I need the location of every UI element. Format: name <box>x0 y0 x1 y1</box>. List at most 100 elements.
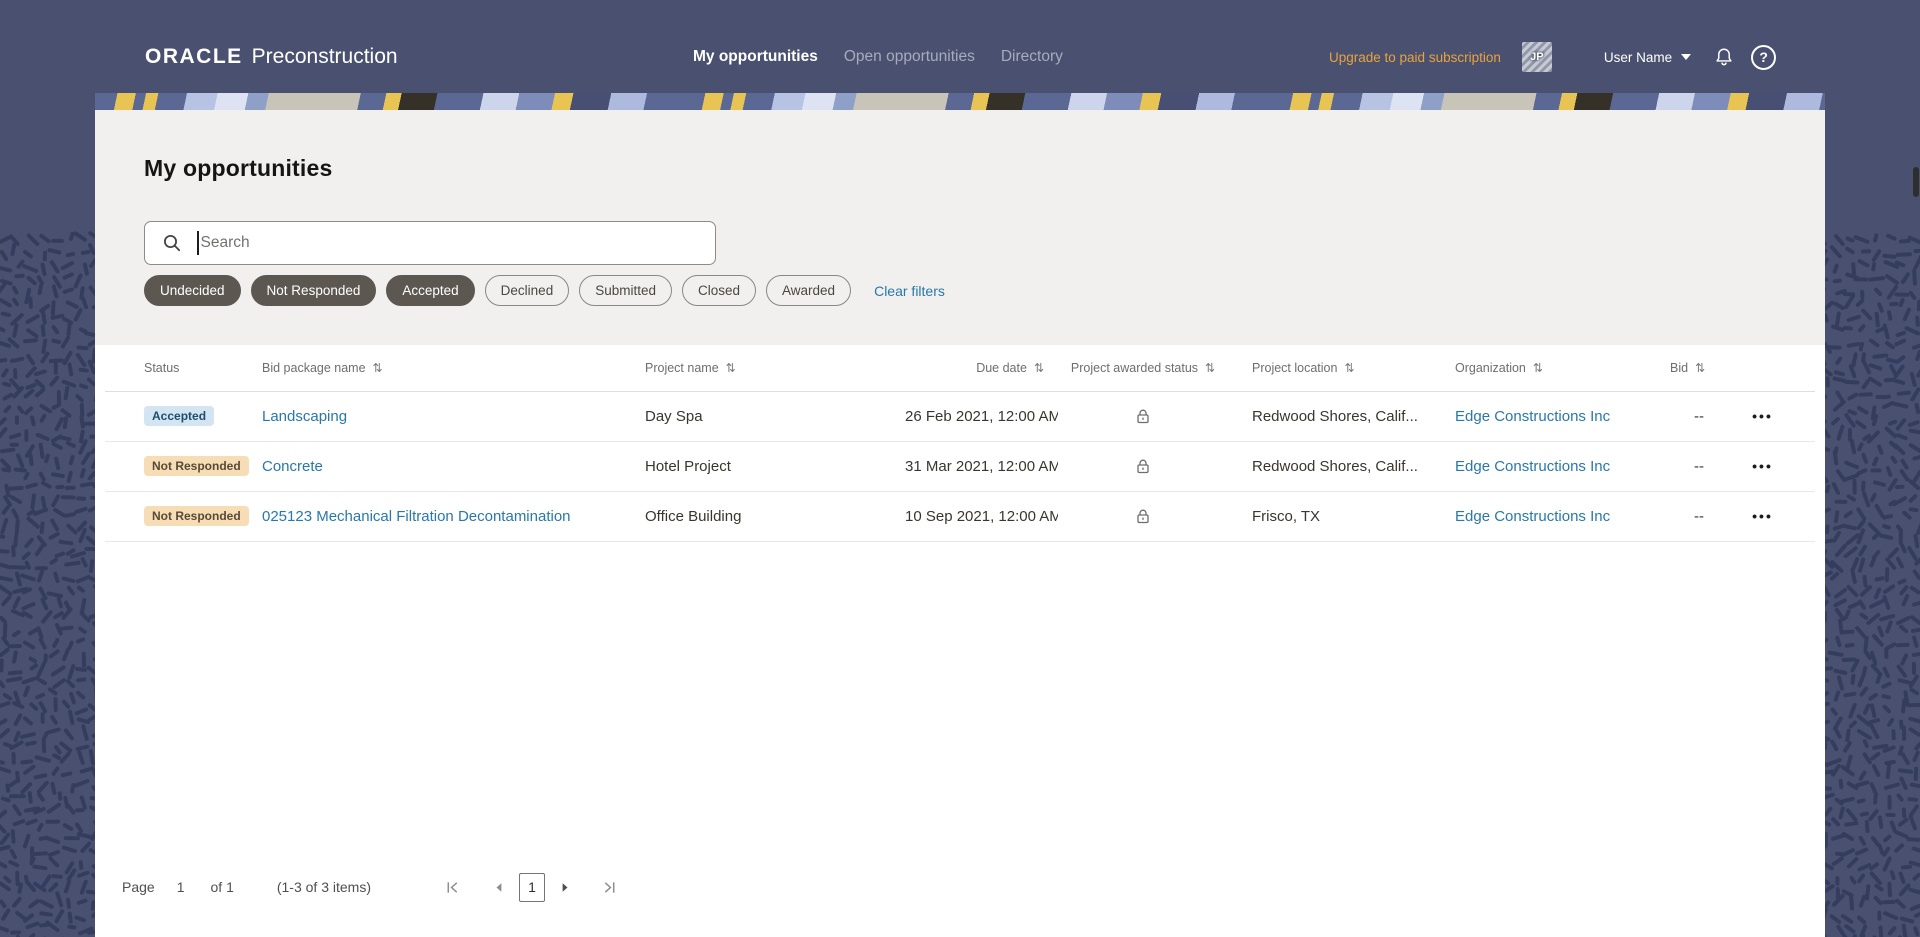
nav-item-open-opportunities[interactable]: Open opportunities <box>844 48 975 66</box>
filter-chip-awarded[interactable]: Awarded <box>766 275 852 306</box>
project-location-cell: Frisco, TX <box>1228 491 1443 542</box>
organization-cell: Edge Constructions Inc <box>1443 441 1658 492</box>
product-name: Preconstruction <box>251 45 398 68</box>
column-header-bid[interactable]: Bid ⇅ <box>1658 345 1728 392</box>
column-header-project-location[interactable]: Project location ⇅ <box>1228 345 1443 392</box>
status-cell: Not Responded <box>105 441 250 492</box>
primary-nav: My opportunities Open opportunities Direct… <box>693 48 1063 66</box>
help-button[interactable]: ? <box>1751 44 1777 70</box>
search-input[interactable] <box>198 234 715 252</box>
column-label: Project name <box>645 360 719 375</box>
filter-chip-accepted[interactable]: Accepted <box>386 275 475 306</box>
last-page-button[interactable] <box>600 878 619 897</box>
bid-package-cell: Landscaping <box>250 391 633 442</box>
bid-cell: -- <box>1658 441 1728 492</box>
bid-package-cell: Concrete <box>250 441 633 492</box>
brand-logo[interactable]: ORACLE Preconstruction <box>145 45 398 69</box>
project-name-cell: Office Building <box>633 491 893 542</box>
column-header-project-awarded-status[interactable]: Project awarded status ⇅ <box>1058 345 1228 392</box>
filter-chip-declined[interactable]: Declined <box>484 275 570 306</box>
user-menu[interactable]: User Name <box>1604 50 1692 65</box>
sort-icon: ⇅ <box>1532 360 1543 375</box>
column-header-actions <box>1728 345 1815 392</box>
bid-package-link[interactable]: Landscaping <box>262 408 347 425</box>
project-name-cell: Hotel Project <box>633 441 893 492</box>
table-row: Not Responded 025123 Mechanical Filtratio… <box>105 491 1815 542</box>
organization-link[interactable]: Edge Constructions Inc <box>1455 508 1610 525</box>
app: ORACLE Preconstruction My opportunities Op… <box>0 0 1920 937</box>
column-header-bid-package-name[interactable]: Bid package name ⇅ <box>250 345 633 392</box>
opportunities-table: Status Bid package name ⇅ Project name ⇅ Due … <box>105 345 1815 542</box>
items-count-label: (1-3 of 3 items) <box>276 879 371 895</box>
content-card: My opportunities Undecided Not Responded A… <box>95 93 1825 937</box>
project-location-cell: Redwood Shores, Calif... <box>1228 391 1443 442</box>
previous-page-button[interactable] <box>490 878 509 897</box>
organization-link[interactable]: Edge Constructions Inc <box>1455 408 1610 425</box>
project-name-cell: Day Spa <box>633 391 893 442</box>
chevron-down-icon <box>1681 54 1692 60</box>
page-of-label: of 1 <box>210 879 234 895</box>
filter-chip-submitted[interactable]: Submitted <box>579 275 672 306</box>
filter-chip-not-responded[interactable]: Not Responded <box>250 275 377 306</box>
bid-cell: -- <box>1658 391 1728 442</box>
column-header-project-name[interactable]: Project name ⇅ <box>633 345 893 392</box>
column-label: Project awarded status <box>1070 360 1199 375</box>
due-date-cell: 10 Sep 2021, 12:00 AM <box>893 491 1058 542</box>
filter-bar: Undecided Not Responded Accepted Declined Su… <box>144 275 945 306</box>
bid-package-link[interactable]: 025123 Mechanical Filtration Decontamina… <box>262 508 571 525</box>
lock-icon <box>1134 407 1152 425</box>
nav-item-my-opportunities[interactable]: My opportunities <box>693 48 818 66</box>
pagination: Page 1 of 1 (1-3 of 3 items) 1 <box>122 869 619 905</box>
filter-chip-undecided[interactable]: Undecided <box>144 275 241 306</box>
row-actions-button[interactable]: ••• <box>1746 407 1779 425</box>
actions-cell: ••• <box>1728 441 1815 492</box>
row-actions-button[interactable]: ••• <box>1746 457 1779 475</box>
last-page-icon <box>604 881 615 893</box>
lock-icon <box>1134 507 1152 525</box>
sort-icon: ⇅ <box>1695 360 1706 375</box>
filter-chips: Undecided Not Responded Accepted Declined Su… <box>144 275 852 306</box>
upgrade-subscription-link[interactable]: Upgrade to paid subscription <box>1329 50 1501 65</box>
column-header-status: Status <box>105 345 250 392</box>
notifications-button[interactable] <box>1713 46 1735 68</box>
actions-cell: ••• <box>1728 491 1815 542</box>
awarded-status-cell <box>1058 491 1228 542</box>
organization-link[interactable]: Edge Constructions Inc <box>1455 458 1610 475</box>
bid-package-link[interactable]: Concrete <box>262 458 323 475</box>
search-box <box>144 221 716 265</box>
top-header: ORACLE Preconstruction My opportunities Op… <box>0 0 1920 93</box>
column-label: Status <box>144 360 180 375</box>
sort-icon: ⇅ <box>1033 360 1044 375</box>
organization-cell: Edge Constructions Inc <box>1443 491 1658 542</box>
row-actions-button[interactable]: ••• <box>1746 507 1779 525</box>
actions-cell: ••• <box>1728 391 1815 442</box>
bid-cell: -- <box>1658 491 1728 542</box>
first-page-icon <box>447 881 458 893</box>
column-header-organization[interactable]: Organization ⇅ <box>1443 345 1658 392</box>
question-mark-icon: ? <box>1759 49 1768 65</box>
first-page-button[interactable] <box>443 878 462 897</box>
column-label: Bid <box>1670 360 1689 375</box>
header-right: Upgrade to paid subscription JP User Nam… <box>1329 42 1777 72</box>
column-header-due-date[interactable]: Due date ⇅ <box>893 345 1058 392</box>
column-label: Due date <box>976 360 1027 375</box>
status-cell: Accepted <box>105 391 250 442</box>
nav-item-directory[interactable]: Directory <box>1001 48 1063 66</box>
awarded-status-cell <box>1058 441 1228 492</box>
project-location-cell: Redwood Shores, Calif... <box>1228 441 1443 492</box>
table-row: Accepted Landscaping Day Spa 26 Feb 2021, 1… <box>105 391 1815 442</box>
page-1-button[interactable]: 1 <box>519 872 545 902</box>
oracle-wordmark: ORACLE <box>145 45 243 68</box>
column-label: Project location <box>1252 360 1338 375</box>
clear-filters-link[interactable]: Clear filters <box>874 283 945 299</box>
organization-cell: Edge Constructions Inc <box>1443 391 1658 442</box>
page-label: Page <box>122 879 155 895</box>
status-cell: Not Responded <box>105 491 250 542</box>
status-badge: Not Responded <box>144 506 249 526</box>
avatar[interactable]: JP <box>1521 42 1552 72</box>
previous-page-icon <box>496 882 502 892</box>
filter-chip-closed[interactable]: Closed <box>682 275 757 306</box>
scrollbar[interactable] <box>1913 167 1919 197</box>
next-page-button[interactable] <box>555 878 574 897</box>
page-number: 1 <box>176 879 185 895</box>
